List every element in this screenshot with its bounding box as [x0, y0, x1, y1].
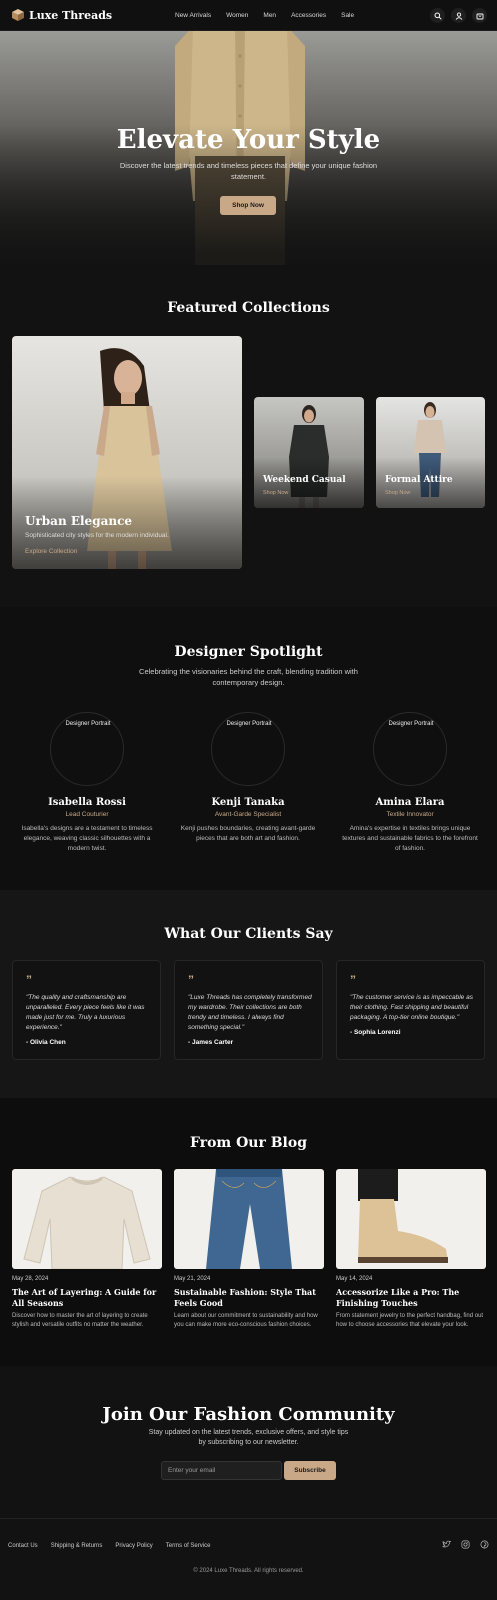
testimonial-text: "Luxe Threads has completely transformed… [188, 994, 312, 1031]
brand-name: Luxe Threads [29, 8, 113, 22]
site-footer [0, 1518, 497, 1600]
designer-portrait: Designer Portrait [373, 712, 447, 786]
collection-card-weekend[interactable]: Weekend Casual Shop Now [254, 397, 364, 508]
site-header: Luxe Threads New Arrivals Women Men Acce… [0, 0, 497, 31]
blog-date: May 14, 2024 [336, 1276, 373, 1282]
designer-title: Designer Spotlight [174, 644, 323, 660]
hero-title: Elevate Your Style [116, 125, 381, 155]
nav-new-arrivals[interactable]: New Arrivals [175, 12, 211, 19]
card-title: Urban Elegance [25, 514, 133, 528]
blog-post-title[interactable]: Sustainable Fashion: Style That Feels Go… [174, 1287, 322, 1309]
collection-card-urban[interactable]: Urban Elegance Sophisticated city styles… [12, 336, 242, 569]
boots-image [358, 1169, 448, 1263]
newsletter-subtitle: Stay updated on the latest trends, exclu… [148, 1429, 349, 1446]
footer-links: Contact Us Shipping & Returns Privacy Po… [8, 1543, 210, 1549]
sweater-image [23, 1176, 151, 1269]
blog-image-sweater[interactable] [12, 1169, 162, 1269]
shop-now-button[interactable]: Shop Now [220, 196, 276, 215]
testimonial-author: - Sophia Lorenzi [350, 1029, 401, 1036]
designer-name: Kenji Tanaka [211, 797, 285, 808]
search-icon [434, 12, 442, 20]
user-icon [455, 11, 462, 20]
testimonial-author: - James Carter [188, 1039, 234, 1046]
designer-bio: Kenji pushes boundaries, creating avant-… [180, 825, 316, 842]
jeans-image [206, 1169, 292, 1269]
blog-image-boots[interactable] [336, 1169, 486, 1269]
blog-excerpt: From statement jewelry to the perfect ha… [336, 1313, 484, 1328]
designer-role: Lead Couturier [65, 811, 109, 818]
designer-subtitle: Celebrating the visionaries behind the c… [139, 667, 358, 687]
designer-name: Amina Elara [375, 797, 445, 808]
nav-sale[interactable]: Sale [341, 12, 354, 19]
designer-role: Textile Innovator [386, 811, 434, 818]
testimonial-author: - Olivia Chen [26, 1039, 66, 1046]
shop-now-link[interactable]: Shop Now [385, 490, 410, 496]
testimonial-card: ” "The customer service is as impeccable… [336, 960, 485, 1060]
account-button[interactable] [451, 8, 466, 23]
card-subtitle: Sophisticated city styles for the modern… [25, 532, 169, 539]
cart-icon [476, 13, 483, 19]
testimonial-text: "The quality and craftsmanship are unpar… [26, 994, 145, 1031]
newsletter-title: Join Our Fashion Community [102, 1404, 395, 1425]
social-links [442, 1540, 489, 1549]
card-title: Weekend Casual [263, 475, 346, 485]
twitter-icon[interactable] [442, 1540, 451, 1549]
blog-image-jeans[interactable] [174, 1169, 324, 1269]
testimonial-card: ” "Luxe Threads has completely transform… [174, 960, 323, 1060]
designer-role: Avant-Garde Specialist [214, 811, 282, 818]
nav-women[interactable]: Women [226, 12, 248, 19]
footer-link-privacy[interactable]: Privacy Policy [115, 1543, 152, 1549]
nav-accessories[interactable]: Accessories [291, 12, 326, 19]
nav-men[interactable]: Men [263, 12, 276, 19]
subscribe-button[interactable]: Subscribe [284, 1461, 336, 1480]
shop-now-link[interactable]: Shop Now [263, 490, 288, 496]
featured-title: Featured Collections [167, 300, 330, 316]
testimonial-card: ” "The quality and craftsmanship are unp… [12, 960, 161, 1060]
blog-post-title[interactable]: The Art of Layering: A Guide for All Sea… [12, 1287, 160, 1309]
footer-link-terms[interactable]: Terms of Service [166, 1543, 211, 1549]
instagram-icon[interactable] [461, 1540, 470, 1549]
main-nav: New Arrivals Women Men Accessories Sale [175, 0, 354, 31]
blog-excerpt: Discover how to master the art of layeri… [12, 1313, 148, 1328]
email-input[interactable] [161, 1461, 282, 1480]
designer-portrait: Designer Portrait [211, 712, 285, 786]
quote-icon: ” [188, 973, 194, 987]
quote-icon: ” [350, 973, 356, 987]
designer-bio: Amina's expertise in textiles brings uni… [342, 825, 478, 852]
designer-portrait: Designer Portrait [50, 712, 124, 786]
pinterest-icon[interactable] [480, 1540, 489, 1549]
brand-logo[interactable]: Luxe Threads [12, 9, 112, 22]
card-title: Formal Attire [385, 475, 453, 485]
blog-excerpt: Learn about our commitment to sustainabi… [174, 1313, 318, 1328]
testimonial-text: "The customer service is as impeccable a… [350, 994, 473, 1021]
testimonials-title: What Our Clients Say [164, 926, 333, 942]
designer-bio: Isabella's designs are a testament to ti… [21, 825, 153, 852]
footer-link-contact[interactable]: Contact Us [8, 1543, 38, 1549]
collection-card-formal[interactable]: Formal Attire Shop Now [376, 397, 485, 508]
search-button[interactable] [430, 8, 445, 23]
explore-collection-link[interactable]: Explore Collection [25, 548, 77, 555]
blog-title: From Our Blog [190, 1135, 307, 1151]
blog-date: May 28, 2024 [12, 1276, 49, 1282]
hero-subtitle: Discover the latest trends and timeless … [119, 161, 378, 181]
designer-name: Isabella Rossi [48, 797, 126, 808]
box-logo-icon [12, 9, 24, 21]
copyright: © 2024 Luxe Threads. All rights reserved… [193, 1568, 304, 1574]
quote-icon: ” [26, 973, 32, 987]
cart-button[interactable] [472, 8, 487, 23]
footer-link-shipping[interactable]: Shipping & Returns [51, 1543, 103, 1549]
blog-post-title[interactable]: Accessorize Like a Pro: The Finishing To… [336, 1287, 484, 1309]
blog-date: May 21, 2024 [174, 1276, 211, 1282]
